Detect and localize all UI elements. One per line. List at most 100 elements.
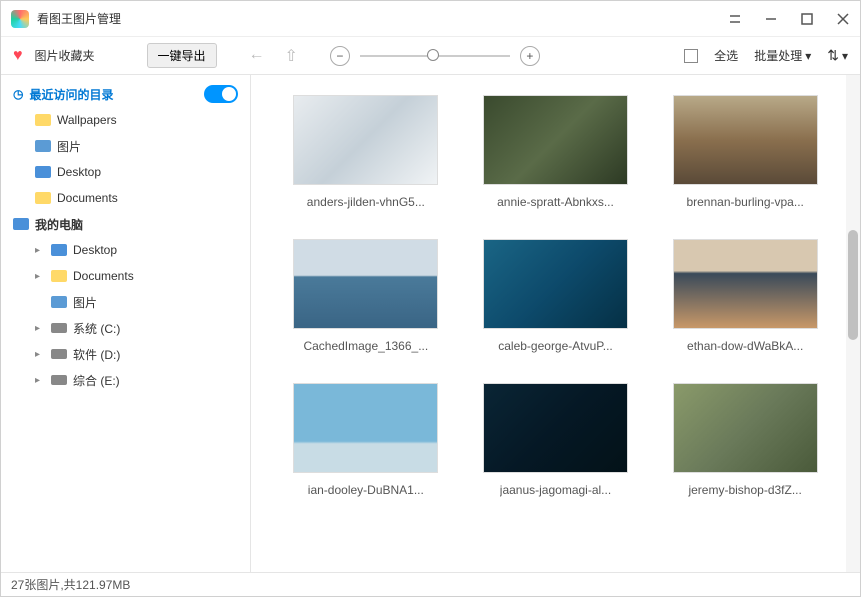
disk-icon bbox=[51, 349, 67, 359]
sidebar-recent-header[interactable]: ◷ 最近访问的目录 bbox=[1, 81, 250, 107]
thumbnail-item[interactable]: jeremy-bishop-d3fZ... bbox=[660, 383, 830, 497]
tree-item--[interactable]: 图片 bbox=[1, 289, 250, 315]
up-icon[interactable]: ⇧ bbox=[285, 46, 298, 66]
window-controls bbox=[728, 12, 850, 26]
sidebar-my-computer[interactable]: 我的电脑 bbox=[1, 211, 250, 237]
expand-icon[interactable]: ▸ bbox=[35, 245, 45, 256]
app-icon bbox=[11, 10, 29, 28]
thumbnail-label: annie-spratt-Abnkxs... bbox=[497, 195, 614, 209]
sort-icon: ⇅ bbox=[827, 47, 839, 64]
tree-item-label: Documents bbox=[73, 269, 134, 283]
thumbnail-item[interactable]: anders-jilden-vhnG5... bbox=[281, 95, 451, 209]
folder-icon bbox=[35, 114, 51, 126]
thumbnail-item[interactable]: ethan-dow-dWaBkA... bbox=[660, 239, 830, 353]
img-icon bbox=[35, 140, 51, 152]
close-icon[interactable] bbox=[836, 12, 850, 26]
sidebar-item-desktop[interactable]: Desktop bbox=[1, 159, 250, 185]
disk-icon bbox=[51, 323, 67, 333]
thumbnail-image bbox=[483, 239, 628, 329]
select-all-label[interactable]: 全选 bbox=[714, 47, 738, 64]
thumbnail-item[interactable]: brennan-burling-vpa... bbox=[660, 95, 830, 209]
minimize-icon[interactable] bbox=[764, 12, 778, 26]
sidebar-item-label: Documents bbox=[57, 191, 118, 205]
tree-item--c-[interactable]: ▸ 系统 (C:) bbox=[1, 315, 250, 341]
monitor-icon bbox=[13, 218, 29, 230]
content-area: anders-jilden-vhnG5... annie-spratt-Abnkx… bbox=[251, 75, 860, 572]
monitor-icon bbox=[51, 244, 67, 256]
toolbar-right: 全选 批量处理 ▾ ⇅ ▾ bbox=[684, 47, 848, 64]
sidebar-item-label: 图片 bbox=[57, 138, 81, 155]
recent-label: 最近访问的目录 bbox=[29, 86, 113, 103]
thumbnail-item[interactable]: annie-spratt-Abnkxs... bbox=[471, 95, 641, 209]
thumbnail-image bbox=[483, 383, 628, 473]
tree-item-desktop[interactable]: ▸ Desktop bbox=[1, 237, 250, 263]
main: ◷ 最近访问的目录 Wallpapers 图片 Desktop Documents 我… bbox=[1, 75, 860, 572]
tree-item-label: 综合 (E:) bbox=[73, 372, 120, 389]
expand-icon[interactable]: ▸ bbox=[35, 375, 45, 386]
thumbnail-label: anders-jilden-vhnG5... bbox=[307, 195, 425, 209]
img-icon bbox=[51, 296, 67, 308]
expand-icon[interactable]: ▸ bbox=[35, 271, 45, 282]
tree-item-label: 软件 (D:) bbox=[73, 346, 120, 363]
my-computer-label: 我的电脑 bbox=[35, 216, 83, 233]
sidebar-item-label: Desktop bbox=[57, 165, 101, 179]
menu-icon[interactable] bbox=[728, 12, 742, 26]
thumbnail-item[interactable]: CachedImage_1366_... bbox=[281, 239, 451, 353]
thumbnail-item[interactable]: ian-dooley-DuBNA1... bbox=[281, 383, 451, 497]
tree-item-label: 系统 (C:) bbox=[73, 320, 120, 337]
slider-thumb[interactable] bbox=[427, 49, 439, 61]
select-all-checkbox[interactable] bbox=[684, 49, 698, 63]
disk-icon bbox=[51, 375, 67, 385]
maximize-icon[interactable] bbox=[800, 12, 814, 26]
expand-icon[interactable]: ▸ bbox=[35, 323, 45, 334]
chevron-down-icon: ▾ bbox=[805, 49, 811, 63]
toolbar: ♥ 图片收藏夹 一键导出 ← ⇧ − + 全选 批量处理 ▾ ⇅ ▾ bbox=[1, 37, 860, 75]
zoom-controls: − + bbox=[330, 46, 540, 66]
thumbnail-label: jeremy-bishop-d3fZ... bbox=[688, 483, 801, 497]
status-text: 27张图片,共121.97MB bbox=[11, 576, 130, 593]
thumbnail-image bbox=[293, 383, 438, 473]
thumbnail-item[interactable]: caleb-george-AtvuP... bbox=[471, 239, 641, 353]
expand-icon[interactable]: ▸ bbox=[35, 349, 45, 360]
sidebar-item-图片[interactable]: 图片 bbox=[1, 133, 250, 159]
batch-label: 批量处理 bbox=[754, 47, 802, 64]
tree-item-label: Desktop bbox=[73, 243, 117, 257]
tree-item-label: 图片 bbox=[73, 294, 97, 311]
thumbnail-image bbox=[293, 95, 438, 185]
thumbnail-label: jaanus-jagomagi-al... bbox=[500, 483, 611, 497]
back-icon[interactable]: ← bbox=[249, 46, 265, 66]
zoom-slider[interactable] bbox=[360, 55, 510, 57]
thumbnail-label: caleb-george-AtvuP... bbox=[498, 339, 613, 353]
statusbar: 27张图片,共121.97MB bbox=[1, 572, 860, 596]
export-button[interactable]: 一键导出 bbox=[147, 43, 217, 68]
thumbnail-image bbox=[483, 95, 628, 185]
thumbnail-label: brennan-burling-vpa... bbox=[686, 195, 803, 209]
tree-item-documents[interactable]: ▸ Documents bbox=[1, 263, 250, 289]
window-title: 看图王图片管理 bbox=[37, 10, 728, 27]
sidebar-item-wallpapers[interactable]: Wallpapers bbox=[1, 107, 250, 133]
thumbnail-image bbox=[673, 239, 818, 329]
sort-dropdown[interactable]: ⇅ ▾ bbox=[827, 47, 848, 64]
chevron-down-icon: ▾ bbox=[842, 49, 848, 63]
folder-icon bbox=[51, 270, 67, 282]
folder-icon bbox=[35, 192, 51, 204]
zoom-in-button[interactable]: + bbox=[520, 46, 540, 66]
thumbnail-item[interactable]: jaanus-jagomagi-al... bbox=[471, 383, 641, 497]
scroll-thumb[interactable] bbox=[848, 230, 858, 340]
thumbnail-image bbox=[293, 239, 438, 329]
sidebar-item-documents[interactable]: Documents bbox=[1, 185, 250, 211]
tree-item--e-[interactable]: ▸ 综合 (E:) bbox=[1, 367, 250, 393]
monitor-icon bbox=[35, 166, 51, 178]
recent-toggle[interactable] bbox=[204, 85, 238, 103]
clock-icon: ◷ bbox=[13, 87, 23, 101]
nav-arrows: ← ⇧ bbox=[249, 46, 298, 66]
tree-item--d-[interactable]: ▸ 软件 (D:) bbox=[1, 341, 250, 367]
zoom-out-button[interactable]: − bbox=[330, 46, 350, 66]
thumbnail-grid: anders-jilden-vhnG5... annie-spratt-Abnkx… bbox=[261, 95, 850, 497]
thumbnail-image bbox=[673, 383, 818, 473]
thumbnail-label: ethan-dow-dWaBkA... bbox=[687, 339, 803, 353]
favorites-label[interactable]: 图片收藏夹 bbox=[35, 47, 95, 64]
heart-icon[interactable]: ♥ bbox=[13, 47, 23, 65]
batch-dropdown[interactable]: 批量处理 ▾ bbox=[754, 47, 811, 64]
scrollbar[interactable] bbox=[846, 75, 860, 572]
